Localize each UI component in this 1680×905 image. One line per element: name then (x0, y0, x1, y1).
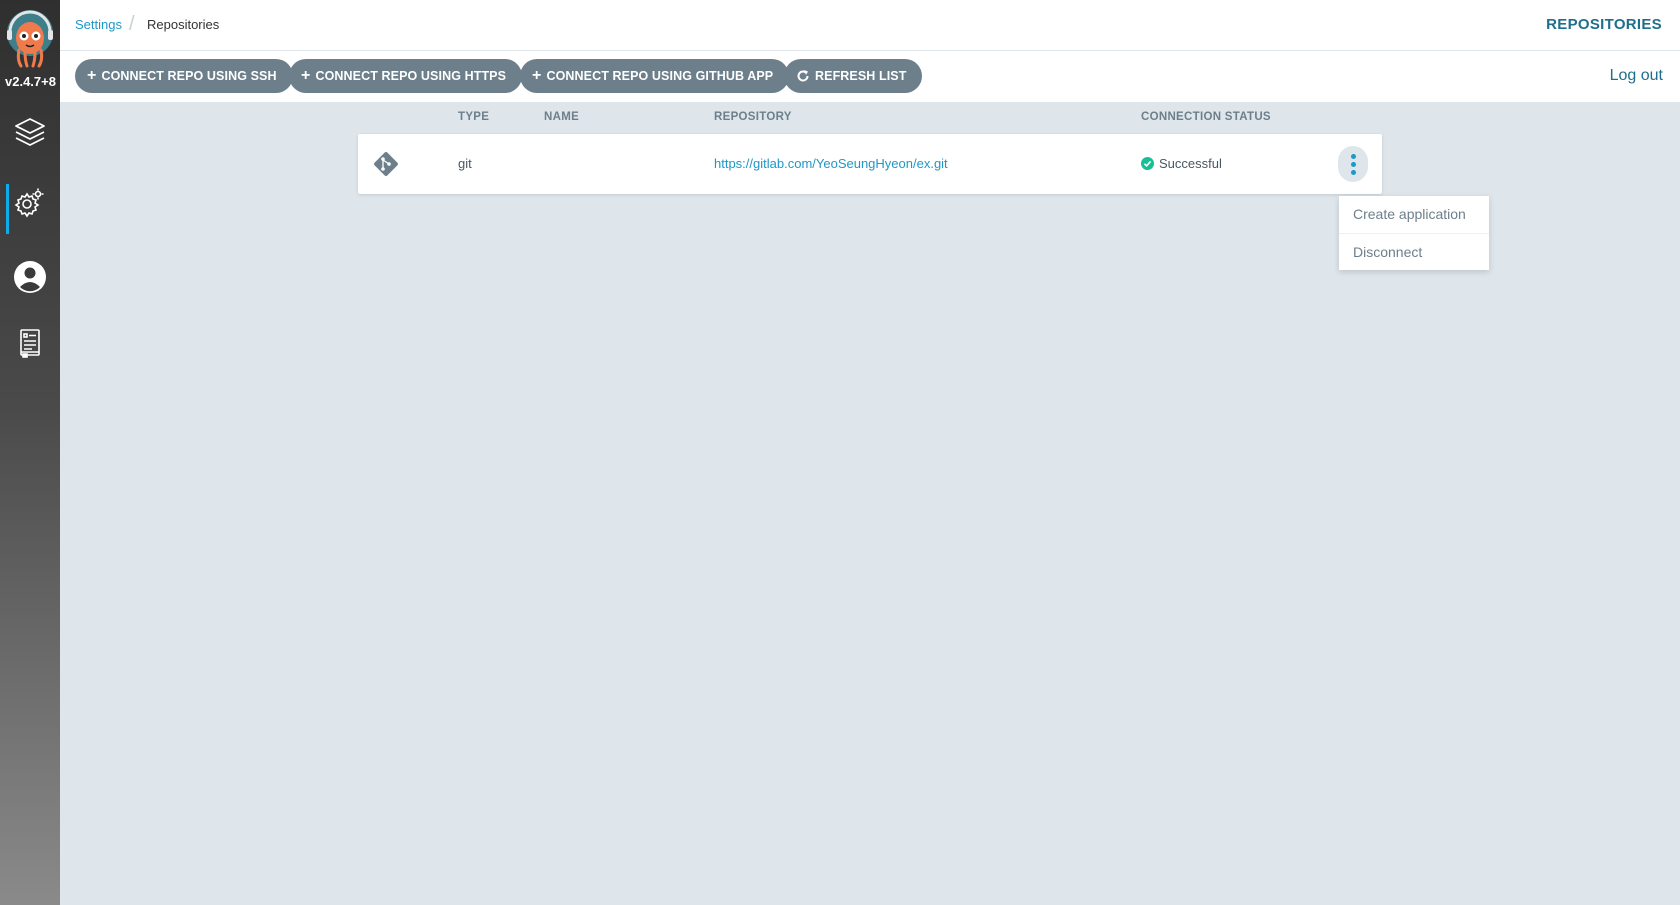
menu-item-create-application[interactable]: Create application (1339, 196, 1489, 233)
top-bar: Settings / Repositories REPOSITORIES (60, 0, 1680, 51)
menu-item-disconnect[interactable]: Disconnect (1339, 233, 1489, 270)
breadcrumb-repositories: Repositories (147, 17, 220, 32)
check-circle-icon (1141, 157, 1154, 170)
status-text: Successful (1159, 156, 1222, 171)
column-header-type: TYPE (458, 111, 490, 123)
sidebar-item-user-info[interactable] (0, 255, 60, 299)
column-header-name: NAME (544, 111, 580, 123)
button-label: REFRESH LIST (815, 69, 907, 83)
column-header-repository: REPOSITORY (714, 111, 792, 123)
dot-icon (1350, 153, 1356, 159)
refresh-icon (797, 70, 809, 82)
row-actions-menu-button[interactable] (1338, 146, 1368, 182)
table-row[interactable]: git https://gitlab.com/YeoSeungHyeon/ex.… (358, 134, 1382, 194)
connection-status: Successful (1141, 156, 1222, 171)
column-header-connection-status: CONNECTION STATUS (1141, 111, 1271, 123)
refresh-list-button[interactable]: REFRESH LIST (784, 59, 923, 93)
connect-github-app-button[interactable]: + CONNECT REPO USING GITHUB APP (520, 59, 790, 93)
version-label: v2.4.7+8 (5, 74, 56, 89)
button-label: CONNECT REPO USING GITHUB APP (546, 69, 774, 83)
row-actions-dropdown: Create application Disconnect (1339, 196, 1489, 270)
sidebar-item-docs[interactable] (0, 321, 60, 365)
dot-icon (1350, 169, 1356, 175)
logout-link[interactable]: Log out (1610, 67, 1663, 85)
dot-icon (1350, 161, 1356, 167)
button-label: CONNECT REPO USING SSH (101, 69, 277, 83)
breadcrumb-settings[interactable]: Settings (75, 17, 122, 32)
button-label: CONNECT REPO USING HTTPS (315, 69, 507, 83)
sidebar: v2.4.7+8 (0, 0, 60, 905)
gear-icon (14, 188, 44, 218)
repo-type: git (458, 156, 472, 171)
connect-https-button[interactable]: + CONNECT REPO USING HTTPS (289, 59, 523, 93)
breadcrumb-separator: / (129, 13, 135, 35)
sidebar-item-settings[interactable] (0, 180, 60, 224)
docs-icon (20, 329, 40, 358)
toolbar: + CONNECT REPO USING SSH + CONNECT REPO … (60, 51, 1680, 102)
plus-icon: + (87, 67, 97, 84)
sidebar-item-applications[interactable] (0, 110, 60, 154)
plus-icon: + (301, 67, 311, 84)
layers-icon (15, 118, 45, 146)
page-title: REPOSITORIES (1546, 16, 1662, 33)
git-icon (372, 150, 400, 183)
user-icon (14, 261, 46, 293)
repo-url-link[interactable]: https://gitlab.com/YeoSeungHyeon/ex.git (714, 156, 948, 171)
argo-logo-icon[interactable] (4, 8, 56, 70)
plus-icon: + (532, 67, 542, 84)
connect-ssh-button[interactable]: + CONNECT REPO USING SSH (75, 59, 293, 93)
